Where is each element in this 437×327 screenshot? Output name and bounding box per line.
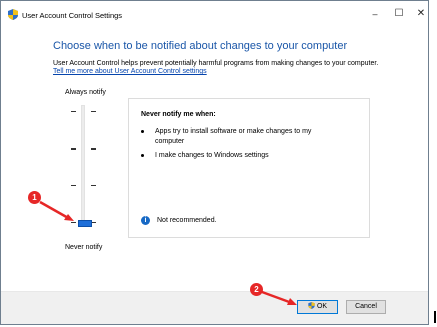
note-text: Not recommended. <box>157 217 217 224</box>
cancel-button[interactable]: Cancel <box>346 300 386 314</box>
slider-thumb[interactable] <box>78 220 92 227</box>
panel-title: Never notify me when: <box>141 111 216 118</box>
slider-tick <box>71 222 76 223</box>
annotation-marker-1: 1 <box>28 191 41 204</box>
title-bar: User Account Control Settings – ☐ ✕ <box>1 1 428 29</box>
slider-top-label: Always notify <box>65 89 106 96</box>
slider-track[interactable] <box>81 105 85 225</box>
window-title: User Account Control Settings <box>22 11 123 20</box>
bullet-icon <box>141 130 144 133</box>
annotation-marker-2: 2 <box>250 283 263 296</box>
description-text: User Account Control helps prevent poten… <box>53 60 379 67</box>
setting-description-panel: Never notify me when: Apps try to instal… <box>128 98 370 238</box>
minimize-button[interactable]: – <box>365 6 385 22</box>
uac-shield-icon <box>8 9 18 20</box>
bullet-text: Apps try to install software or make cha… <box>155 128 312 145</box>
info-icon: i <box>141 216 150 225</box>
slider-tick <box>71 185 76 186</box>
close-button[interactable]: ✕ <box>411 6 431 22</box>
maximize-button[interactable]: ☐ <box>389 6 409 22</box>
page-heading: Choose when to be notified about changes… <box>53 40 348 52</box>
slider-tick <box>91 185 96 186</box>
slider-tick <box>91 111 96 112</box>
slider-tick <box>71 148 76 150</box>
ok-button[interactable]: OK <box>297 300 338 314</box>
ok-button-label: OK <box>316 303 328 310</box>
uac-settings-window: User Account Control Settings – ☐ ✕ Choo… <box>0 0 429 325</box>
bullet-text: I make changes to Windows settings <box>155 152 269 159</box>
uac-shield-icon <box>308 302 315 309</box>
bullet-icon <box>141 154 144 157</box>
slider-tick <box>91 148 96 150</box>
slider-tick <box>71 111 76 112</box>
mouse-cursor <box>434 311 436 323</box>
learn-more-link[interactable]: Tell me more about User Account Control … <box>53 68 207 75</box>
slider-bottom-label: Never notify <box>65 244 103 251</box>
